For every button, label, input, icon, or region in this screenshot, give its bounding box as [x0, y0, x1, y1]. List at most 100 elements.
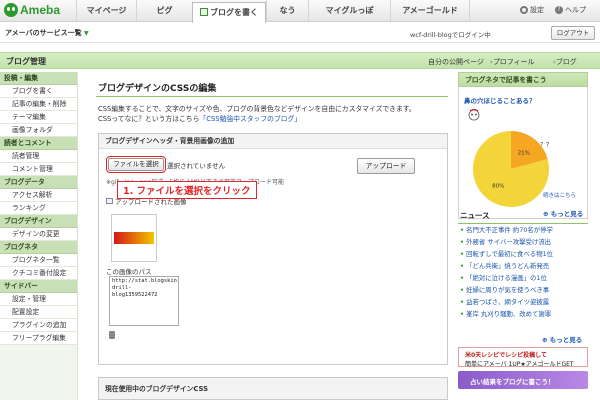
news-item[interactable]: • 峯岸 丸刈り騒動、改めて謝罪: [460, 308, 588, 320]
css-help-text: CSSってなに？という方はこちら: [98, 115, 200, 123]
ad-line-2: 簡単にアメーバ 1UP★アメゴールドGET: [465, 361, 574, 368]
news-item-label: 益若つばさ、網タイツ姿披露: [466, 298, 550, 306]
uploaded-images-label: アップロードされた画像: [106, 196, 187, 206]
heading-divider: [96, 96, 448, 97]
news-item[interactable]: • 「どん兵衛」焼うどん新発売: [460, 260, 588, 272]
sidebar-item-change-design[interactable]: デザインの変更: [0, 228, 77, 241]
main-content: ブログデザインのCSSの編集 CSS編集することで、文字のサイズや色、ブログの背…: [92, 72, 452, 400]
current-css-title: 現在使用中のブログデザインCSS: [105, 385, 208, 393]
avatar-icon: [468, 109, 480, 121]
page-title: ブログ管理: [6, 57, 46, 66]
sidebar-item-ranking[interactable]: ランキング: [0, 202, 77, 215]
css-help-line: CSSってなに？という方はこちら「CSS勉強中スタッフのブログ」: [98, 113, 301, 123]
uploaded-image-thumbnail[interactable]: [111, 214, 157, 262]
news-item[interactable]: • 妊婦に周りが気を使うべき事: [460, 284, 588, 296]
tab-ameba-gold[interactable]: アメーゴールド: [390, 0, 470, 22]
sidebar-item-free-plugin[interactable]: フリープラグ編集: [0, 332, 77, 345]
pencil-icon: [200, 8, 208, 16]
news-item-label: 外務省 サイバー攻撃受け流出: [466, 238, 552, 246]
logout-button[interactable]: ログアウト: [551, 26, 595, 40]
news-item-label: 「どん兵衛」焼うどん新発売: [466, 262, 550, 270]
sidebar-item-comments[interactable]: コメント管理: [0, 163, 77, 176]
service-list-label: アメーバのサービス一覧: [5, 29, 82, 37]
public-page-link[interactable]: 自分の公開ページ: [428, 57, 484, 67]
public-page-label: 自分の公開ページ: [428, 58, 484, 66]
help-link[interactable]: ? ヘルプ: [555, 5, 586, 15]
tab-pigg[interactable]: ピグ: [136, 0, 192, 22]
news-heading: ニュース: [458, 210, 588, 224]
profile-label: プロフィール: [492, 58, 535, 66]
uploaded-images-text: アップロードされた画像: [115, 198, 187, 206]
neta-panel-title: ブログネタで記事を書こう: [458, 72, 588, 87]
news-item-label: 名門大不正事件 約70名が停学: [466, 226, 553, 234]
bullet-icon: •: [460, 226, 465, 234]
tab-mypage[interactable]: マイページ: [76, 0, 136, 22]
bullet-icon: •: [460, 274, 465, 282]
section-heading: ブログデザインのCSSの編集: [98, 84, 217, 94]
sidebar-item-edit-articles[interactable]: 記事の編集・削除: [0, 98, 77, 111]
bullet-icon: •: [460, 286, 465, 294]
tab-write-blog-label: ブログを書く: [210, 8, 258, 17]
tab-write-blog[interactable]: ブログを書く: [192, 2, 266, 23]
ameba-logo[interactable]: Ameba: [4, 3, 60, 17]
help-icon: ?: [555, 6, 563, 14]
panel-title: ブログデザインヘッダ・背景用画像の追加: [99, 134, 447, 149]
trash-icon[interactable]: [109, 331, 115, 339]
sidebar-item-write[interactable]: ブログを書く: [0, 85, 77, 98]
service-bar: アメーバのサービス一覧 ▼ wcf-drill-blogでログイン中 ログアウト: [0, 23, 600, 43]
fortune-ad-label: 占い結果をブログに書こう！: [470, 378, 555, 386]
upload-button[interactable]: アップロード: [357, 158, 415, 174]
sidebar-item-image-folder[interactable]: 画像フォルダ: [0, 124, 77, 137]
fortune-ad-banner[interactable]: 占い結果をブログに書こう！: [458, 371, 588, 389]
image-path-textarea[interactable]: http://stat.blogskin.ameba.jp/blogskin_i…: [109, 276, 179, 326]
vote-results-link[interactable]: 続きはこちら: [543, 191, 576, 199]
blog-link[interactable]: ›ブログ: [553, 57, 577, 67]
news-item[interactable]: • 「絶対に泣ける漫画」の1位: [460, 272, 588, 284]
tab-now[interactable]: なう: [266, 0, 308, 22]
sidebar-item-readers[interactable]: 読者管理: [0, 150, 77, 163]
right-column: ブログネタで記事を書こう 鼻の穴ほじることある？ ？？？ ある ない 21% 8…: [458, 72, 588, 400]
sidebar-item-add-plugin[interactable]: プラグインの追加: [0, 319, 77, 332]
news-item[interactable]: • 益若つばさ、網タイツ姿披露: [460, 296, 588, 308]
news-item[interactable]: • 回転ずしで最初に食べる物1位: [460, 248, 588, 260]
news-item[interactable]: • 外務省 サイバー攻撃受け流出: [460, 236, 588, 248]
sidebar-item-neta-list[interactable]: ブログネタ一覧: [0, 254, 77, 267]
login-status: wcf-drill-blogでログイン中: [410, 31, 491, 39]
sidebar-item-layout[interactable]: 配置設定: [0, 306, 77, 319]
more-news-link[interactable]: ⊕ もっと見る: [542, 334, 582, 344]
recipe-ad-banner[interactable]: 米0天レシピでレシピ投稿して 簡単にアメーバ 1UP★アメゴールドGET: [458, 347, 588, 368]
sidebar-section-readers: 読者とコメント: [0, 137, 77, 150]
gear-icon: [520, 6, 528, 14]
banner-image: [114, 232, 154, 244]
settings-link[interactable]: 設定: [520, 5, 544, 15]
bullet-icon: •: [460, 298, 465, 306]
ad-line-1: 米0天レシピでレシピ投稿して: [465, 352, 547, 359]
logo-text: Ameba: [20, 3, 61, 17]
bullet-icon: •: [460, 262, 465, 270]
choose-file-button[interactable]: ファイルを選択: [106, 156, 166, 173]
bullet-icon: •: [460, 310, 465, 318]
news-item[interactable]: • 名門大不正事件 約70名が停学: [460, 224, 588, 236]
bullet-icon: •: [460, 238, 465, 246]
pie-label-yes: 21%: [518, 150, 530, 156]
sidebar-section-neta: ブログネタ: [0, 241, 77, 254]
service-list-dropdown[interactable]: アメーバのサービス一覧 ▼: [5, 28, 89, 38]
poll-pie-chart: 21% 80%: [473, 131, 549, 207]
neta-question-link[interactable]: 鼻の穴ほじることある？: [464, 95, 536, 105]
sidebar-item-access[interactable]: アクセス解析: [0, 189, 77, 202]
sidebar-item-theme-edit[interactable]: テーマ編集: [0, 111, 77, 124]
sidebar-section-sidebar: サイドバー: [0, 280, 77, 293]
description-text: CSS編集することで、文字のサイズや色、ブログの背景色などデザインを自由にカスタ…: [98, 105, 416, 113]
blog-label: ブログ: [555, 58, 577, 66]
settings-label: 設定: [530, 6, 544, 14]
css-staff-blog-link[interactable]: 「CSS勉強中スタッフのブログ」: [199, 115, 301, 123]
profile-link[interactable]: ›プロフィール: [490, 57, 535, 67]
ameba-logo-icon: [4, 3, 18, 17]
sidebar-item-kuchikomi[interactable]: クチコミ番付設定: [0, 267, 77, 280]
image-path-label: この画像のパス: [106, 268, 152, 276]
news-item-label: 回転ずしで最初に食べる物1位: [466, 250, 554, 258]
news-item-label: 峯岸 丸刈り騒動、改めて謝罪: [466, 310, 552, 318]
tab-my-group[interactable]: マイグルっぽ: [308, 0, 390, 22]
bullet-icon: •: [460, 250, 465, 258]
sidebar-item-settings[interactable]: 設定・管理: [0, 293, 77, 306]
